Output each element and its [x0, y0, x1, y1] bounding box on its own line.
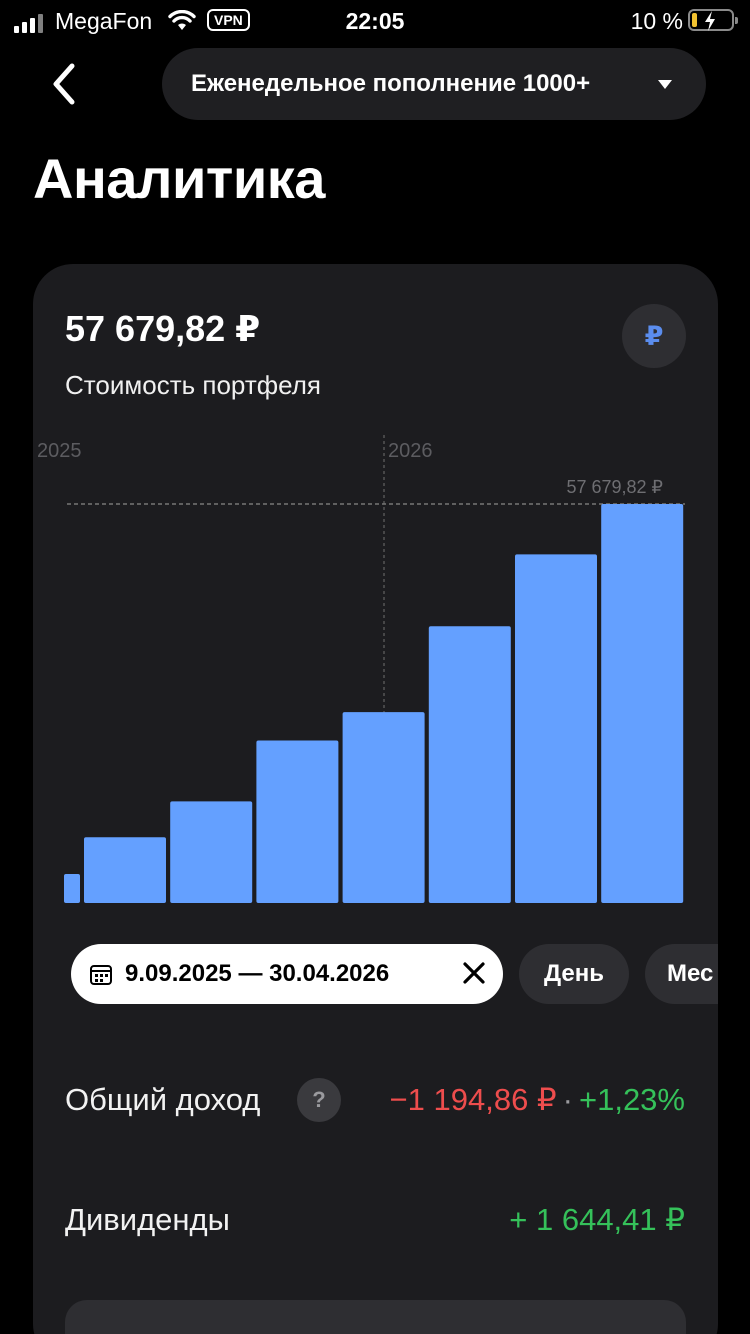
portfolio-value: 57 679,82 ₽ — [65, 308, 261, 349]
date-range-chip[interactable]: 9.09.2025 — 30.04.2026 — [71, 944, 503, 1004]
clear-range-icon[interactable] — [461, 960, 487, 986]
portfolio-selector[interactable]: Еженедельное пополнение 1000+ — [162, 48, 706, 120]
separator: · — [562, 1082, 573, 1117]
chart-bar[interactable] — [64, 873, 80, 903]
dividends-label: Дивиденды — [65, 1202, 230, 1237]
calendar-icon — [90, 965, 112, 985]
charging-bolt-icon — [705, 11, 715, 31]
help-button[interactable]: ? — [297, 1078, 341, 1122]
day-chip[interactable]: День — [519, 944, 629, 1004]
total-income-label: Общий доход — [65, 1082, 261, 1117]
portfolio-chart[interactable]: 2025 2026 57 679,82 ₽ — [33, 429, 718, 909]
battery-percent: 10 % — [630, 8, 683, 34]
vpn-badge: VPN — [207, 9, 250, 31]
caret-down-icon — [658, 80, 672, 89]
back-button[interactable] — [40, 56, 88, 112]
chart-bar[interactable] — [428, 626, 511, 903]
x-tick-label: 2026 — [388, 440, 433, 462]
chart-bar[interactable] — [601, 504, 684, 903]
income-amount: −1 194,86 ₽ — [389, 1082, 557, 1117]
chart-bar[interactable] — [84, 837, 166, 903]
chart-bar[interactable] — [515, 554, 597, 903]
chevron-left-icon — [53, 63, 75, 105]
portfolio-name: Еженедельное пополнение 1000+ — [191, 70, 591, 97]
next-section-button[interactable] — [65, 1300, 686, 1334]
period-filters: 9.09.2025 — 30.04.2026 День Мес — [71, 944, 718, 1006]
dividends-value: + 1 644,41 ₽ — [509, 1202, 685, 1237]
chart-bar[interactable] — [256, 740, 339, 903]
chart-bar[interactable] — [342, 712, 425, 903]
chart-bar[interactable] — [170, 801, 253, 903]
total-income-value: −1 194,86 ₽ · +1,23% — [390, 1082, 685, 1118]
bars — [64, 504, 684, 903]
date-range-text: 9.09.2025 — 30.04.2026 — [125, 960, 390, 987]
signal-icon — [14, 14, 43, 33]
status-bar: MegaFon VPN 22:05 10 % — [0, 0, 750, 42]
battery-icon — [688, 9, 738, 31]
reference-label: 57 679,82 ₽ — [566, 477, 663, 497]
wifi-icon — [168, 10, 196, 30]
ruble-icon: ₽ — [644, 320, 664, 351]
page-title: Аналитика — [33, 147, 325, 210]
month-chip[interactable]: Мес — [645, 944, 718, 1004]
income-percent: +1,23% — [578, 1082, 685, 1117]
currency-button[interactable]: ₽ — [622, 304, 686, 368]
portfolio-card: 57 679,82 ₽ Стоимость портфеля ₽ 2025 20… — [33, 264, 718, 1334]
carrier-name: MegaFon — [55, 8, 153, 34]
portfolio-value-label: Стоимость портфеля — [65, 370, 321, 400]
x-tick-label: 2025 — [37, 440, 82, 462]
